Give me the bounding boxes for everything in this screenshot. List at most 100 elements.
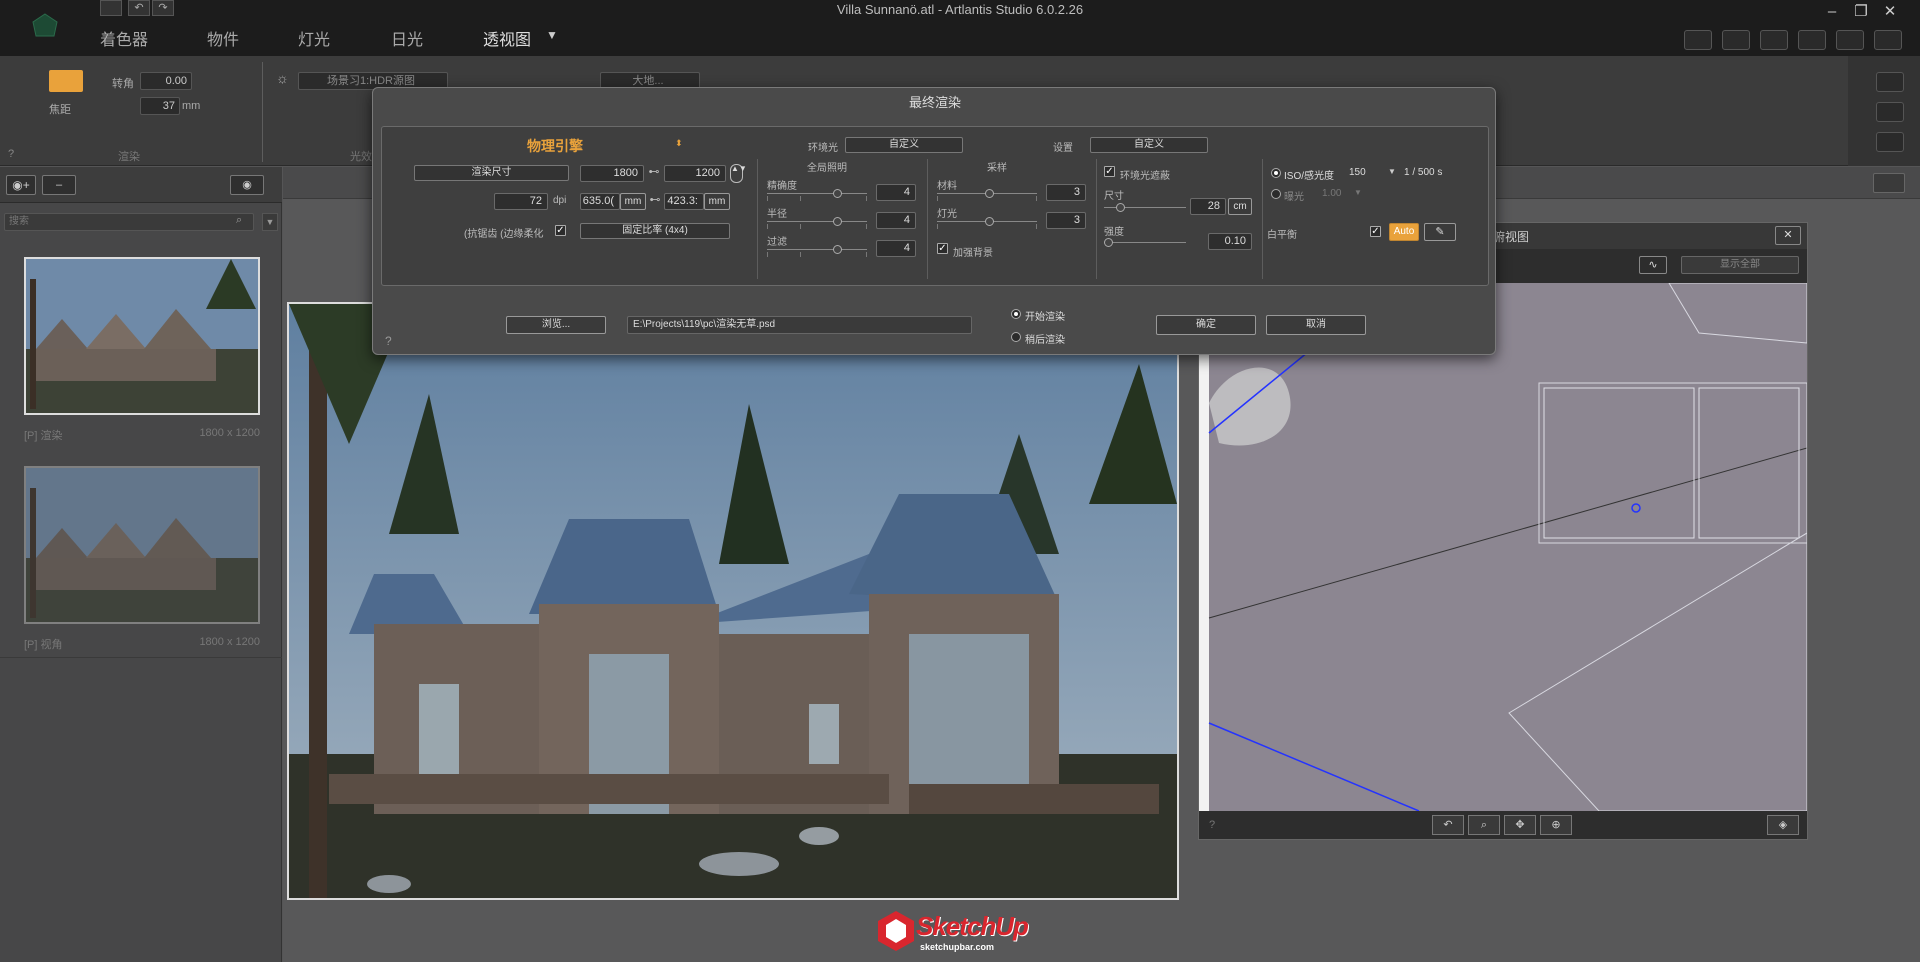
swap-icon[interactable]: ▲▼	[730, 164, 747, 183]
light-samples-knob[interactable]	[985, 217, 994, 226]
mm-width-input[interactable]: 635.0(	[580, 193, 620, 210]
cancel-button[interactable]: 取消	[1266, 315, 1366, 335]
precision-slider[interactable]	[767, 189, 867, 201]
mm-width-unit[interactable]: mm	[620, 193, 646, 210]
iso-dropdown-icon[interactable]: ▼	[1388, 167, 1396, 176]
ao-strength-knob[interactable]	[1104, 238, 1113, 247]
search-input[interactable]: 搜索	[4, 213, 254, 231]
add-view-icon[interactable]: ◉+	[6, 175, 36, 195]
ao-size-slider[interactable]	[1104, 203, 1186, 212]
start-render-radio[interactable]	[1011, 309, 1021, 319]
zoom-extents-icon[interactable]: ⊕	[1540, 815, 1572, 835]
ao-checkbox[interactable]: ✓	[1104, 166, 1115, 177]
close-icon[interactable]: ✕	[1878, 2, 1902, 22]
height-input[interactable]: 1200	[664, 165, 726, 182]
ao-strength-slider[interactable]	[1104, 238, 1186, 247]
perspective-dropdown-icon[interactable]: ▼	[546, 28, 558, 42]
precision-knob[interactable]	[833, 189, 842, 198]
plan-help[interactable]: ?	[1209, 819, 1215, 831]
navigator-icon[interactable]	[1873, 173, 1905, 193]
ao-strength-input[interactable]: 0.10	[1208, 233, 1252, 250]
width-input[interactable]: 1800	[580, 165, 644, 182]
angle-input[interactable]: 0.00	[140, 72, 192, 90]
wb-checkbox[interactable]: ✓	[1370, 226, 1381, 237]
cart-icon[interactable]	[1684, 30, 1712, 50]
menu-sun[interactable]: 日光	[391, 26, 423, 50]
render-size-select[interactable]: 渲染尺寸	[414, 165, 569, 181]
filter-icon[interactable]: ▼	[262, 213, 278, 231]
focal-input[interactable]: 37	[140, 97, 180, 115]
radius-input[interactable]: 4	[876, 212, 916, 229]
menu-lights[interactable]: 灯光	[298, 26, 330, 50]
link-mm-icon[interactable]: ⊷	[646, 193, 664, 206]
menu-objects[interactable]: 物件	[207, 26, 239, 50]
engine-chevron-icon[interactable]: ⬍	[675, 138, 683, 149]
pan-icon[interactable]: ✥	[1504, 815, 1536, 835]
palette-icon[interactable]	[1876, 102, 1904, 122]
view-thumbnail[interactable]	[24, 466, 260, 624]
undo-view-icon[interactable]: ↶	[1432, 815, 1464, 835]
restore-icon[interactable]: ❐	[1849, 2, 1873, 22]
iso-radio[interactable]	[1271, 168, 1281, 178]
exposure-radio[interactable]	[1271, 189, 1281, 199]
curve-icon[interactable]: ∿	[1639, 256, 1667, 274]
mm-height-unit[interactable]: mm	[704, 193, 730, 210]
remove-view-icon[interactable]: –	[42, 175, 76, 195]
filter-input[interactable]: 4	[876, 240, 916, 257]
search-icon[interactable]: ⌕	[236, 214, 242, 227]
mm-height-input[interactable]: 423.3:	[664, 193, 704, 210]
eye-view-icon[interactable]	[49, 70, 83, 92]
wb-auto-button[interactable]: Auto	[1389, 223, 1419, 241]
dpi-input[interactable]: 72	[494, 193, 548, 210]
engine-select[interactable]: 物理引擎	[527, 136, 583, 156]
plan-close-icon[interactable]: ✕	[1775, 226, 1801, 245]
toolbar-help[interactable]: ?	[8, 148, 14, 160]
ok-button[interactable]: 确定	[1156, 315, 1256, 335]
export-icon[interactable]	[1722, 30, 1750, 50]
display-mode-select[interactable]: 显示全部	[1681, 256, 1799, 274]
eyedropper-icon[interactable]: ✎	[1424, 223, 1456, 241]
browse-button[interactable]: 浏览...	[506, 316, 606, 334]
light-samples-input[interactable]: 3	[1046, 212, 1086, 229]
precision-input[interactable]: 4	[876, 184, 916, 201]
filter-slider[interactable]	[767, 245, 867, 257]
plan-canvas[interactable]	[1199, 283, 1807, 811]
windows-icon[interactable]	[1760, 30, 1788, 50]
enhance-bg-checkbox[interactable]: ✓	[937, 243, 948, 254]
zoom-icon[interactable]: ⌕	[1468, 815, 1500, 835]
light-samples-slider[interactable]	[937, 217, 1037, 229]
material-slider[interactable]	[937, 189, 1037, 201]
settings-select[interactable]: 自定义	[1090, 137, 1208, 153]
minimize-icon[interactable]: –	[1820, 2, 1844, 22]
shutter-value[interactable]: 1 / 500 s	[1404, 167, 1442, 178]
ao-size-input[interactable]: 28	[1190, 198, 1226, 215]
frame-icon[interactable]	[1836, 30, 1864, 50]
antialias-checkbox[interactable]: ✓	[555, 225, 566, 236]
camera-icon[interactable]	[1798, 30, 1826, 50]
output-path-field[interactable]: E:\Projects\119\pc\渲染无草.psd	[627, 316, 972, 334]
ao-size-knob[interactable]	[1116, 203, 1125, 212]
grid-icon[interactable]	[1876, 72, 1904, 92]
render-preview[interactable]	[287, 302, 1179, 900]
material-input[interactable]: 3	[1046, 184, 1086, 201]
env-select[interactable]: 自定义	[845, 137, 963, 153]
exposure-value[interactable]: 1.00	[1322, 188, 1341, 199]
compass-icon[interactable]: ◈	[1767, 815, 1799, 835]
radius-slider[interactable]	[767, 217, 867, 229]
dialog-help[interactable]: ?	[385, 334, 392, 348]
filter-knob[interactable]	[833, 245, 842, 254]
view-thumbnail[interactable]	[24, 257, 260, 415]
ao-size-unit[interactable]: cm	[1228, 198, 1252, 215]
fullscreen-icon[interactable]	[1874, 30, 1902, 50]
iso-value[interactable]: 150	[1349, 167, 1366, 178]
settings-icon[interactable]	[1876, 132, 1904, 152]
radius-knob[interactable]	[833, 217, 842, 226]
ratio-select[interactable]: 固定比率 (4x4)	[580, 223, 730, 239]
visibility-icon[interactable]: ◉	[230, 175, 264, 195]
material-knob[interactable]	[985, 189, 994, 198]
later-render-radio[interactable]	[1011, 332, 1021, 342]
menu-shaders[interactable]: 着色器	[100, 26, 148, 50]
link-icon[interactable]: ⊷	[644, 165, 664, 178]
exposure-dropdown-icon[interactable]: ▼	[1354, 188, 1362, 197]
menu-perspective[interactable]: 透视图	[483, 26, 531, 50]
